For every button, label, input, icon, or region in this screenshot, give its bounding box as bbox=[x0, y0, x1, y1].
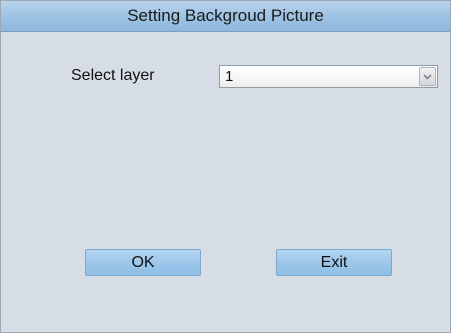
select-layer-value: 1 bbox=[225, 68, 234, 85]
dialog-titlebar: Setting Backgroud Picture bbox=[1, 1, 450, 32]
setting-background-dialog: Setting Backgroud Picture Select layer 1… bbox=[0, 0, 451, 333]
chevron-down-glyph bbox=[423, 74, 432, 79]
dialog-title: Setting Backgroud Picture bbox=[127, 6, 324, 25]
select-layer-label: Select layer bbox=[71, 67, 155, 84]
select-layer-dropdown[interactable]: 1 bbox=[219, 65, 438, 88]
exit-button[interactable]: Exit bbox=[276, 249, 392, 276]
chevron-down-icon[interactable] bbox=[419, 67, 436, 86]
ok-button[interactable]: OK bbox=[85, 249, 201, 276]
